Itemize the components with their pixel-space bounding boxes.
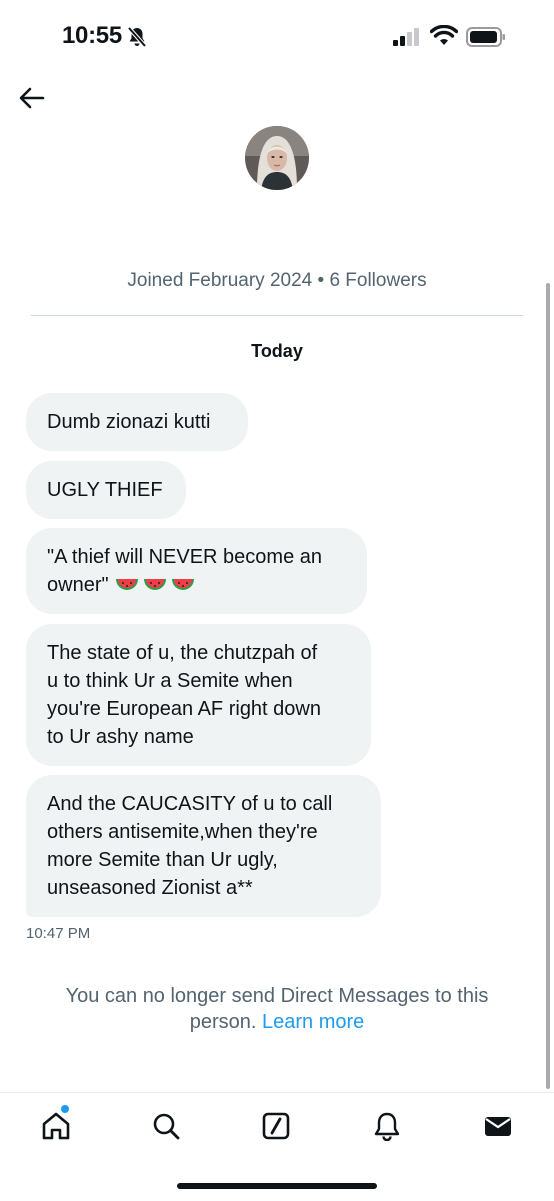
message-text: UGLY THIEF [47, 479, 163, 501]
message-line: others antisemite,when they're [47, 821, 318, 843]
status-time: 10:55 [62, 22, 122, 49]
divider [31, 315, 523, 316]
home-icon [42, 1112, 70, 1140]
message-line: you're European AF right down [47, 698, 321, 720]
message-line: The state of u, the chutzpah of [47, 642, 318, 664]
message-bubble[interactable]: "A thief will NEVER become an owner" [26, 528, 367, 614]
watermelon-icon [143, 579, 166, 590]
back-button[interactable] [16, 82, 48, 114]
notice-line: person. [189, 1011, 257, 1033]
notice-line: You can no longer send Direct Messages t… [65, 985, 489, 1007]
message-line: owner" [47, 574, 109, 596]
joined-info: Joined February 2024 • 6 Followers [127, 270, 427, 291]
home-indicator [177, 1183, 377, 1189]
message-line: unseasoned Zionist a** [47, 877, 253, 899]
message-timestamp: 10:47 PM [26, 925, 91, 942]
wifi-icon [429, 24, 459, 52]
message-bubble[interactable]: And the CAUCASITY of u to call others an… [26, 775, 381, 917]
battery-icon [466, 27, 506, 52]
message-text: Dumb zionazi kutti [47, 411, 211, 433]
message-line: more Semite than Ur ugly, [47, 849, 278, 871]
search-icon [153, 1113, 180, 1140]
message-line: to Ur ashy name [47, 726, 194, 748]
home-notification-dot [61, 1105, 69, 1113]
watermelon-icon [115, 579, 138, 590]
grok-icon [262, 1112, 290, 1140]
bell-off-icon [126, 26, 148, 53]
message-bubble[interactable]: Dumb zionazi kutti [26, 393, 248, 451]
tab-notifications[interactable] [370, 1109, 404, 1143]
notifications-icon [374, 1112, 400, 1141]
tab-grok[interactable] [259, 1109, 293, 1143]
date-separator: Today [251, 341, 303, 361]
watermelon-icon [171, 579, 194, 590]
messages-icon [485, 1117, 511, 1136]
learn-more-link[interactable]: Learn more [262, 1011, 364, 1033]
message-line: u to think Ur a Semite when [47, 670, 293, 692]
tab-home[interactable] [39, 1109, 73, 1143]
tab-search[interactable] [149, 1109, 183, 1143]
scrollbar[interactable] [546, 283, 550, 1089]
signal-icon [393, 28, 421, 51]
avatar[interactable] [245, 126, 309, 190]
message-line: "A thief will NEVER become an [47, 546, 322, 568]
message-line: And the CAUCASITY of u to call [47, 793, 333, 815]
arrow-left-icon [19, 87, 45, 109]
dm-restricted-notice: You can no longer send Direct Messages t… [0, 983, 554, 1035]
message-bubble[interactable]: The state of u, the chutzpah of u to thi… [26, 624, 371, 766]
status-bar: 10:55 [0, 0, 554, 74]
tab-messages[interactable] [481, 1109, 515, 1143]
message-bubble[interactable]: UGLY THIEF [26, 461, 186, 519]
